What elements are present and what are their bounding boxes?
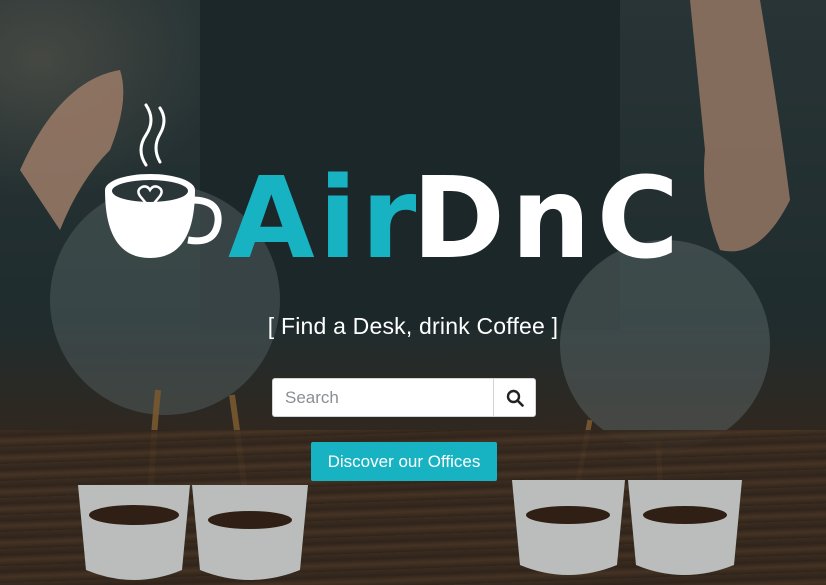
hero-tagline: [ Find a Desk, drink Coffee ]	[267, 313, 559, 339]
brand-logo: Air DnC	[100, 100, 680, 284]
search-icon	[506, 389, 524, 407]
search-bar	[272, 378, 536, 417]
coffee-cup-heart-icon	[105, 174, 222, 258]
search-button[interactable]	[493, 378, 536, 417]
hero-overlay	[0, 0, 826, 585]
brand-name-air: Air	[228, 154, 420, 275]
steam-icon	[139, 103, 166, 167]
brand-name-dnc: DnC	[412, 154, 680, 275]
discover-offices-button[interactable]: Discover our Offices	[311, 442, 497, 481]
hero-background	[0, 0, 826, 585]
search-input[interactable]	[272, 378, 493, 417]
